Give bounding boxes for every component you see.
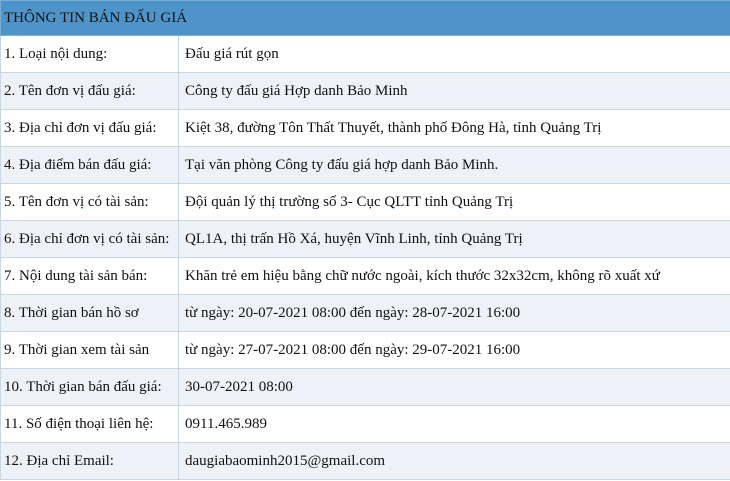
row-label: 1. Loại nội dung: xyxy=(0,35,179,73)
row-label: 2. Tên đơn vị đấu giá: xyxy=(0,72,179,110)
row-value: Đấu giá rút gọn xyxy=(177,35,730,73)
table-row: 11. Số điện thoại liên hệ: 0911.465.989 xyxy=(0,405,730,443)
row-value: Đội quản lý thị trường số 3- Cục QLTT tỉ… xyxy=(177,183,730,221)
row-value: QL1A, thị trấn Hồ Xá, huyện Vĩnh Linh, t… xyxy=(177,220,730,258)
phone-number: 0911.465.989 xyxy=(177,405,730,443)
table-row: 6. Địa chỉ đơn vị có tài sản: QL1A, thị … xyxy=(0,220,730,258)
table-row: 3. Địa chỉ đơn vị đấu giá: Kiệt 38, đườn… xyxy=(0,109,730,147)
table-row: 4. Địa điểm bán đấu giá: Tại văn phòng C… xyxy=(0,146,730,184)
row-label: 9. Thời gian xem tài sản xyxy=(0,331,179,369)
row-label: 8. Thời gian bán hồ sơ xyxy=(0,294,179,332)
table-row: 12. Địa chỉ Email: daugiabaominh2015@gma… xyxy=(0,442,730,480)
row-label: 5. Tên đơn vị có tài sản: xyxy=(0,183,179,221)
table-row: 1. Loại nội dung: Đấu giá rút gọn xyxy=(0,35,730,73)
row-value: Tại văn phòng Công ty đấu giá hợp danh B… xyxy=(177,146,730,184)
table-row: 2. Tên đơn vị đấu giá: Công ty đấu giá H… xyxy=(0,72,730,110)
row-label: 6. Địa chỉ đơn vị có tài sản: xyxy=(0,220,179,258)
row-label: 10. Thời gian bán đấu giá: xyxy=(0,368,179,406)
table-row: 5. Tên đơn vị có tài sản: Đội quản lý th… xyxy=(0,183,730,221)
row-label: 7. Nội dung tài sản bán: xyxy=(0,257,179,295)
row-value: Công ty đấu giá Hợp danh Bảo Minh xyxy=(177,72,730,110)
row-label: 3. Địa chỉ đơn vị đấu giá: xyxy=(0,109,179,147)
table-title: THÔNG TIN BÁN ĐẤU GIÁ xyxy=(0,0,730,36)
table-body: 1. Loại nội dung: Đấu giá rút gọn 2. Tên… xyxy=(0,35,730,480)
row-value: từ ngày: 27-07-2021 08:00 đến ngày: 29-0… xyxy=(177,331,730,369)
auction-info-table: THÔNG TIN BÁN ĐẤU GIÁ 1. Loại nội dung: … xyxy=(0,0,730,480)
row-label: 11. Số điện thoại liên hệ: xyxy=(0,405,179,443)
table-row: 9. Thời gian xem tài sản từ ngày: 27-07-… xyxy=(0,331,730,369)
table-row: 10. Thời gian bán đấu giá: 30-07-2021 08… xyxy=(0,368,730,406)
row-label: 4. Địa điểm bán đấu giá: xyxy=(0,146,179,184)
row-label: 12. Địa chỉ Email: xyxy=(0,442,179,480)
email-address: daugiabaominh2015@gmail.com xyxy=(177,442,730,480)
table-header-row: THÔNG TIN BÁN ĐẤU GIÁ xyxy=(0,0,730,36)
table-row: 8. Thời gian bán hồ sơ từ ngày: 20-07-20… xyxy=(0,294,730,332)
row-value: Khăn trẻ em hiệu bằng chữ nước ngoài, kí… xyxy=(177,257,730,295)
row-value: Kiệt 38, đường Tôn Thất Thuyết, thành ph… xyxy=(177,109,730,147)
table-row: 7. Nội dung tài sản bán: Khăn trẻ em hiệ… xyxy=(0,257,730,295)
row-value: 30-07-2021 08:00 xyxy=(177,368,730,406)
row-value: từ ngày: 20-07-2021 08:00 đến ngày: 28-0… xyxy=(177,294,730,332)
